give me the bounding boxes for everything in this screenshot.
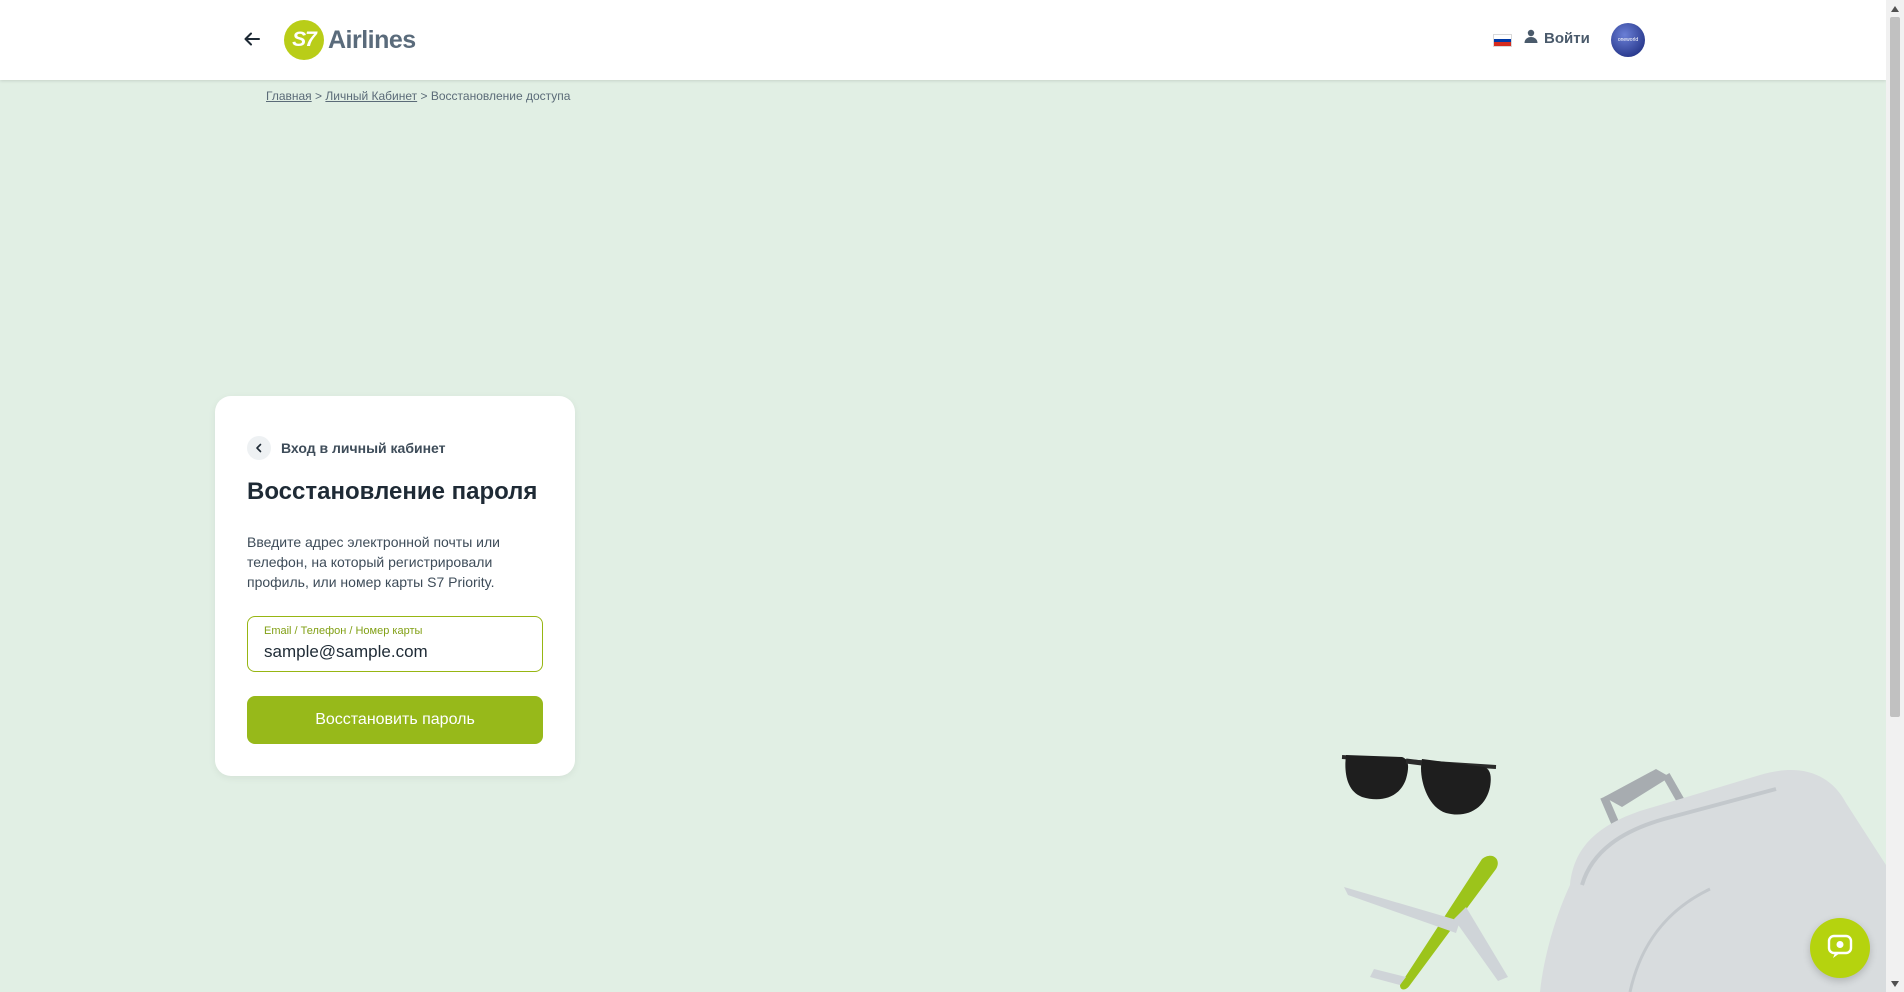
scroll-up-arrow-icon[interactable] <box>1886 0 1904 17</box>
airplane-icon <box>1344 855 1508 990</box>
chat-icon <box>1827 933 1853 964</box>
login-label: Войти <box>1544 30 1590 47</box>
logo-text: Airlines <box>328 25 416 54</box>
instructions-text: Введите адрес электронной почты или теле… <box>247 534 500 590</box>
sunglasses-icon <box>1341 755 1497 815</box>
breadcrumb-separator: > <box>315 89 323 103</box>
page-scrollbar[interactable] <box>1886 0 1904 992</box>
breadcrumb-current: Восстановление доступа <box>430 89 571 103</box>
oneworld-logo[interactable]: oneworld <box>1611 23 1645 57</box>
chat-button[interactable] <box>1810 918 1870 978</box>
scrollbar-thumb[interactable] <box>1890 17 1900 717</box>
field-label: Email / Телефон / Номер карты <box>264 625 423 637</box>
breadcrumb-home[interactable]: Главная <box>266 89 312 103</box>
login-identifier-input[interactable] <box>264 641 526 663</box>
restore-password-button[interactable]: Восстановить пароль <box>247 696 543 744</box>
login-button[interactable]: Войти <box>1524 29 1590 48</box>
breadcrumb-account[interactable]: Личный Кабинет <box>325 89 417 103</box>
chevron-left-icon <box>247 436 271 460</box>
breadcrumb: Главная > Личный Кабинет > Восстановлени… <box>266 89 570 103</box>
s7-airlines-logo[interactable]: S7 Airlines <box>284 20 416 60</box>
back-arrow-icon[interactable] <box>240 27 264 51</box>
russian-flag-icon[interactable] <box>1493 34 1512 47</box>
scroll-down-arrow-icon[interactable] <box>1886 975 1904 992</box>
header: S7 Airlines Войти oneworld <box>0 0 1886 80</box>
user-icon <box>1524 29 1538 48</box>
back-to-login-label: Вход в личный кабинет <box>281 440 446 456</box>
back-to-login-link[interactable]: Вход в личный кабинет <box>247 436 446 460</box>
page-title: Восстановление пароля <box>247 478 538 505</box>
s7-logo-mark: S7 <box>284 20 324 60</box>
breadcrumb-separator: > <box>420 89 428 103</box>
travel-illustration <box>1341 755 1886 992</box>
login-identifier-field[interactable]: Email / Телефон / Номер карты <box>247 616 543 672</box>
password-recovery-card: Вход в личный кабинет Восстановление пар… <box>215 396 575 776</box>
